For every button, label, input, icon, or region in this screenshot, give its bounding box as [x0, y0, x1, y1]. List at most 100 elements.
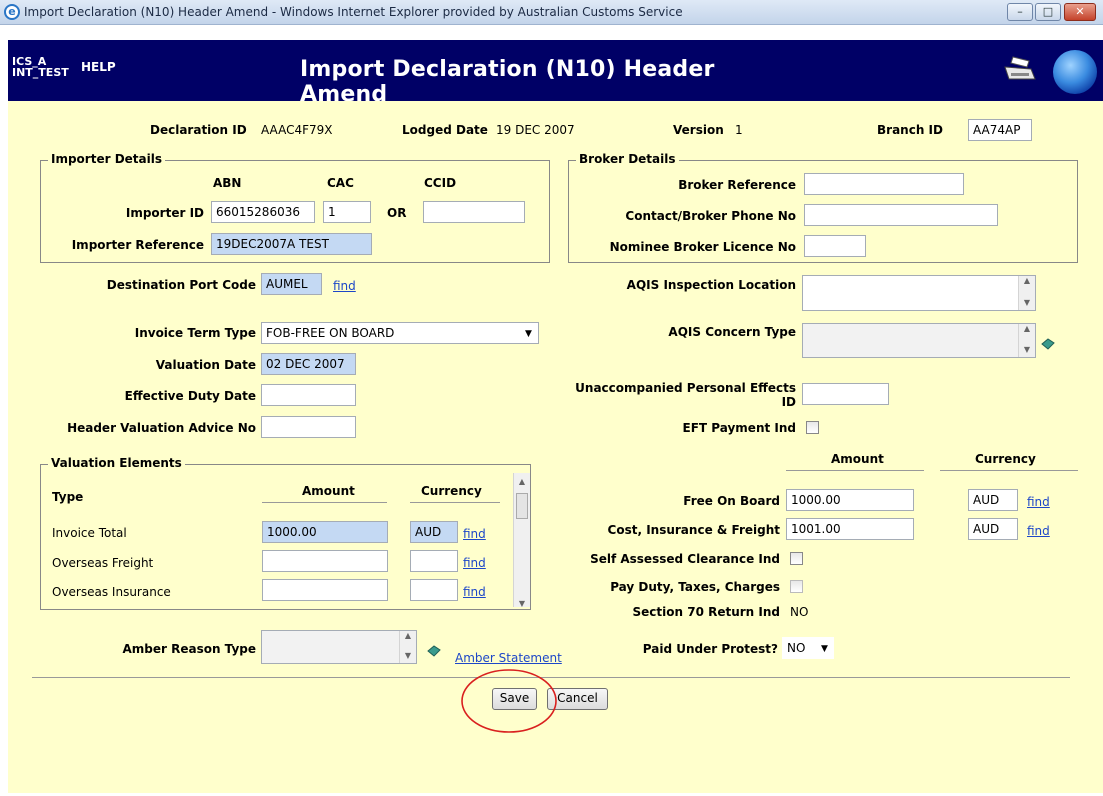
fob-label: Free On Board	[683, 494, 780, 508]
scroll-down-icon[interactable]: ▼	[400, 651, 416, 661]
minimize-button[interactable]: –	[1007, 3, 1033, 21]
cif-label: Cost, Insurance & Freight	[607, 523, 780, 537]
cif-currency-find-link[interactable]: find	[1027, 524, 1050, 538]
lookup-book-icon[interactable]	[426, 645, 442, 657]
amber-statement-link[interactable]: Amber Statement	[455, 651, 562, 665]
paid-under-protest-label: Paid Under Protest?	[642, 642, 778, 656]
eft-payment-label: EFT Payment Ind	[682, 421, 796, 435]
pay-duty-label: Pay Duty, Taxes, Charges	[610, 580, 780, 594]
importer-id-label: Importer ID	[125, 206, 204, 220]
paid-under-protest-value: NO	[787, 641, 806, 655]
aqis-location-scrollbar[interactable]: ▲ ▼	[1018, 276, 1035, 310]
declaration-id-value: AAAC4F79X	[261, 123, 333, 137]
destination-port-label: Destination Port Code	[106, 278, 256, 292]
scrollbar-thumb[interactable]	[516, 493, 528, 519]
self-assessed-clearance-checkbox[interactable]	[790, 552, 803, 565]
broker-reference-label: Broker Reference	[678, 178, 796, 192]
valuation-row-amount[interactable]	[262, 550, 388, 572]
header-valuation-advice-field[interactable]	[261, 416, 356, 438]
fob-currency-field[interactable]: AUD	[968, 489, 1018, 511]
broker-phone-label: Contact/Broker Phone No	[625, 209, 796, 223]
aqis-concern-field[interactable]	[802, 323, 1036, 358]
valuation-row-currency[interactable]	[410, 579, 458, 601]
ccid-column-header: CCID	[424, 176, 457, 190]
destination-port-find-link[interactable]: find	[333, 279, 356, 293]
upe-label-line2: ID	[781, 395, 796, 409]
printer-icon[interactable]	[1003, 55, 1037, 83]
valuation-date-field[interactable]: 02 DEC 2007	[261, 353, 356, 375]
valuation-row-amount[interactable]: 1000.00	[262, 521, 388, 543]
cif-currency-field[interactable]: AUD	[968, 518, 1018, 540]
annotation-circle	[461, 669, 557, 733]
aqis-location-field[interactable]	[802, 275, 1036, 311]
currency-header-rule	[410, 502, 500, 503]
declaration-id-label: Declaration ID	[150, 123, 247, 137]
abn-field[interactable]: 66015286036	[211, 201, 315, 223]
scroll-down-icon[interactable]: ▼	[1019, 345, 1035, 355]
ccid-field[interactable]	[423, 201, 525, 223]
valuation-row-amount[interactable]	[262, 579, 388, 601]
valuation-row-find-link[interactable]: find	[463, 585, 486, 599]
valuation-row-currency[interactable]: AUD	[410, 521, 458, 543]
scroll-up-icon[interactable]: ▲	[1019, 276, 1035, 286]
invoice-term-select[interactable]: FOB-FREE ON BOARD	[261, 322, 539, 344]
valuation-row-find-link[interactable]: find	[463, 527, 486, 541]
amber-reason-scrollbar[interactable]: ▲ ▼	[399, 631, 416, 663]
fob-amount-field[interactable]: 1000.00	[786, 489, 914, 511]
effective-duty-date-label: Effective Duty Date	[124, 389, 256, 403]
amber-reason-field[interactable]	[261, 630, 417, 664]
cif-amount-field[interactable]: 1001.00	[786, 518, 914, 540]
scroll-up-icon[interactable]: ▲	[400, 631, 416, 641]
valuation-scrollbar[interactable]: ▲ ▼	[513, 473, 530, 609]
cac-field[interactable]: 1	[323, 201, 371, 223]
scroll-up-icon[interactable]: ▲	[514, 477, 530, 487]
upe-label-line1: Unaccompanied Personal Effects	[575, 381, 796, 395]
totals-amount-rule	[786, 470, 924, 471]
valuation-row-type: Overseas Freight	[52, 556, 154, 570]
globe-icon[interactable]	[1053, 50, 1097, 94]
amount-column-header: Amount	[302, 484, 355, 498]
scroll-down-icon[interactable]: ▼	[514, 599, 530, 609]
page-title: Import Declaration (N10) Header Amend	[300, 57, 715, 107]
valuation-row-find-link[interactable]: find	[463, 556, 486, 570]
header-valuation-advice-label: Header Valuation Advice No	[67, 421, 256, 435]
broker-phone-field[interactable]	[804, 204, 998, 226]
env-line-2: INT_TEST	[12, 66, 69, 79]
amber-reason-label: Amber Reason Type	[122, 642, 256, 656]
totals-currency-header: Currency	[975, 452, 1036, 466]
lookup-book-icon[interactable]	[1040, 338, 1056, 350]
upe-label: Unaccompanied Personal Effects ID	[560, 381, 796, 409]
importer-reference-label: Importer Reference	[71, 238, 204, 252]
or-label: OR	[387, 206, 407, 220]
chevron-down-icon[interactable]: ▼	[525, 329, 532, 339]
aqis-concern-label: AQIS Concern Type	[668, 325, 796, 339]
valuation-row-currency[interactable]	[410, 550, 458, 572]
destination-port-field[interactable]: AUMEL	[261, 273, 322, 295]
close-button[interactable]: ✕	[1064, 3, 1096, 21]
environment-label: ICS_A INT_TEST	[12, 56, 69, 78]
broker-licence-field[interactable]	[804, 235, 866, 257]
scroll-up-icon[interactable]: ▲	[1019, 324, 1035, 334]
broker-licence-label: Nominee Broker Licence No	[609, 240, 796, 254]
section-70-label: Section 70 Return Ind	[632, 605, 780, 619]
aqis-concern-scrollbar[interactable]: ▲ ▼	[1018, 324, 1035, 357]
importer-reference-field[interactable]: 19DEC2007A TEST	[211, 233, 372, 255]
totals-amount-header: Amount	[831, 452, 884, 466]
scroll-down-icon[interactable]: ▼	[1019, 298, 1035, 308]
upe-id-field[interactable]	[802, 383, 889, 405]
abn-column-header: ABN	[213, 176, 242, 190]
pay-duty-checkbox[interactable]	[790, 580, 803, 593]
importer-details-legend: Importer Details	[48, 152, 165, 166]
fob-currency-find-link[interactable]: find	[1027, 495, 1050, 509]
broker-details-legend: Broker Details	[576, 152, 679, 166]
help-link[interactable]: HELP	[81, 60, 116, 74]
branch-id-field[interactable]: AA74AP	[968, 119, 1032, 141]
chevron-down-icon[interactable]: ▼	[821, 644, 828, 654]
self-assessed-clearance-label: Self Assessed Clearance Ind	[590, 552, 780, 566]
maximize-button[interactable]: □	[1035, 3, 1061, 21]
valuation-date-label: Valuation Date	[155, 358, 256, 372]
effective-duty-date-field[interactable]	[261, 384, 356, 406]
broker-reference-field[interactable]	[804, 173, 964, 195]
eft-payment-checkbox[interactable]	[806, 421, 819, 434]
valuation-elements-legend: Valuation Elements	[48, 456, 185, 470]
